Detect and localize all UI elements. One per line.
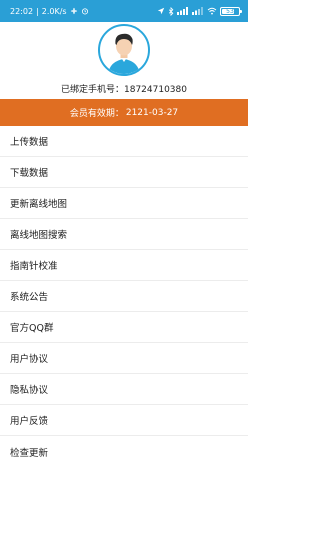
menu-item-label: 用户协议: [10, 354, 49, 365]
battery-icon: 53: [220, 6, 242, 16]
menu-item-privacy-policy[interactable]: 隐私协议: [0, 374, 248, 405]
menu-item-label: 更新离线地图: [10, 199, 68, 210]
user-avatar-icon: [108, 33, 140, 74]
battery-level: 53: [226, 7, 234, 15]
membership-expiry: 2121-03-27: [125, 107, 179, 118]
menu-item-check-update[interactable]: 检查更新: [0, 436, 248, 467]
menu-item-offline-map-search[interactable]: 离线地图搜索: [0, 219, 248, 250]
menu-item-download-data[interactable]: 下载数据: [0, 157, 248, 188]
menu-item-label: 隐私协议: [10, 385, 49, 396]
membership-banner: 会员有效期： 2121-03-27: [0, 99, 248, 126]
bluetooth-icon: [168, 6, 174, 16]
divider: |: [36, 6, 39, 16]
menu-item-upload-data[interactable]: 上传数据: [0, 126, 248, 157]
menu-item-label: 用户反馈: [10, 416, 49, 427]
wifi-icon: [207, 7, 217, 15]
fan-icon: [70, 7, 78, 15]
menu-item-user-agreement[interactable]: 用户协议: [0, 343, 248, 374]
avatar[interactable]: [98, 24, 150, 76]
menu-item-label: 检查更新: [10, 447, 49, 459]
alarm-icon: [81, 7, 89, 15]
menu-item-label: 官方QQ群: [10, 323, 54, 334]
menu-item-label: 上传数据: [10, 137, 49, 148]
menu-item-system-announcement[interactable]: 系统公告: [0, 281, 248, 312]
menu-item-label: 离线地图搜索: [10, 230, 68, 241]
menu-item-compass-calibration[interactable]: 指南针校准: [0, 250, 248, 281]
bound-phone: 已绑定手机号：18724710380: [0, 82, 248, 95]
menu-item-label: 系统公告: [10, 292, 49, 303]
menu-item-official-qq-group[interactable]: 官方QQ群: [0, 312, 248, 343]
settings-menu: 上传数据 下载数据 更新离线地图 离线地图搜索 指南针校准 系统公告 官方QQ群…: [0, 126, 248, 467]
phone-number: 18724710380: [124, 85, 187, 95]
menu-item-user-feedback[interactable]: 用户反馈: [0, 405, 248, 436]
menu-item-label: 指南针校准: [10, 261, 58, 272]
status-bar: 22:02 | 2.0K/s 53: [0, 0, 248, 22]
signal-2-icon: [192, 7, 204, 15]
clock: 22:02: [10, 6, 34, 16]
phone-label: 已绑定手机号：: [60, 85, 124, 95]
profile-header: 已绑定手机号：18724710380: [0, 22, 248, 99]
menu-item-update-offline-map[interactable]: 更新离线地图: [0, 188, 248, 219]
membership-label: 会员有效期：: [69, 109, 124, 119]
location-arrow-icon: [157, 7, 165, 15]
signal-icon: [177, 7, 189, 15]
network-speed: 2.0K/s: [41, 6, 67, 16]
menu-item-label: 下载数据: [10, 168, 49, 179]
